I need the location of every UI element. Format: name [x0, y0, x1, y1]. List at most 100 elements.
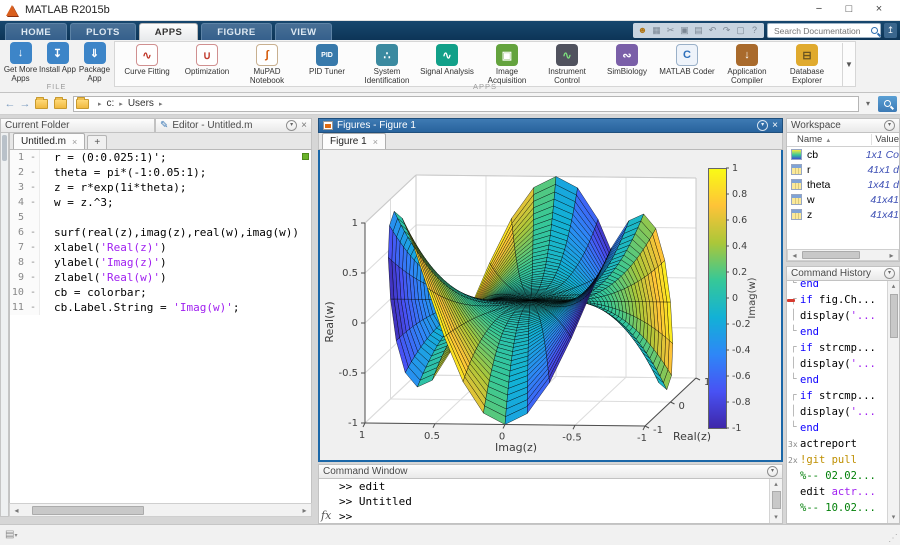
editor-header[interactable]: ✎ Editor - Untitled.m ▾ × — [155, 118, 312, 133]
workspace-row[interactable]: r41x1 d — [787, 162, 899, 177]
cut-icon[interactable]: ✂ — [664, 24, 677, 37]
splitter-handle[interactable] — [2, 135, 7, 161]
history-item[interactable]: └end — [787, 281, 899, 292]
scroll-thumb[interactable] — [890, 294, 898, 338]
history-item[interactable]: ┌if strcmp... — [787, 388, 899, 404]
history-item[interactable]: 3xactreport — [787, 436, 899, 452]
breadcrumb-segment[interactable]: Users — [128, 98, 154, 109]
editor-close-icon[interactable]: × — [301, 120, 307, 131]
workspace-column-headers[interactable]: Name▲ Value — [787, 133, 899, 147]
editor-code-area[interactable]: 1 -r = (0:0.025:1)';2 -theta = pi*(-1:0.… — [9, 150, 312, 503]
workspace-row[interactable]: theta1x41 d — [787, 177, 899, 192]
code-line[interactable]: 5 — [10, 210, 311, 225]
windows-icon[interactable]: ▢ — [734, 24, 747, 37]
ribbon-tab-view[interactable]: VIEW — [275, 23, 333, 40]
app-pid-tuner[interactable]: PIDPID Tuner — [297, 43, 357, 86]
editor-menu-icon[interactable]: ▾ — [286, 120, 297, 131]
command-history-panel[interactable]: └end┌if fig.Ch...│display('...└end┌if st… — [786, 281, 900, 524]
current-folder-collapsed-strip[interactable] — [0, 133, 9, 517]
ribbon-tab-apps[interactable]: APPS — [139, 23, 198, 40]
browse-folder-icon[interactable] — [54, 99, 67, 109]
status-bar-icon[interactable]: ▤▾ — [5, 529, 17, 540]
resize-grip-icon[interactable]: ⋰ — [888, 533, 898, 544]
figures-menu-icon[interactable]: ▾ — [757, 120, 768, 131]
history-item[interactable]: │display('... — [787, 356, 899, 372]
copy-icon[interactable]: ▣ — [678, 24, 691, 37]
history-item[interactable]: └end — [787, 372, 899, 388]
scroll-right-icon[interactable]: ▸ — [885, 251, 898, 260]
scroll-down-icon[interactable]: ▾ — [888, 512, 899, 523]
app-get-more-apps[interactable]: ↓Get More Apps — [2, 41, 39, 83]
ribbon-tab-plots[interactable]: PLOTS — [70, 23, 136, 40]
gallery-dropdown-button[interactable]: ▼ — [842, 43, 855, 86]
history-item[interactable]: │display('... — [787, 308, 899, 324]
app-optimization[interactable]: ∪Optimization — [177, 43, 237, 86]
workspace-menu-icon[interactable]: ▾ — [884, 120, 895, 131]
history-item[interactable]: │display('... — [787, 404, 899, 420]
workspace-hscrollbar[interactable]: ◂ ▸ — [787, 249, 899, 261]
scroll-thumb[interactable] — [802, 251, 860, 259]
figures-header[interactable]: Figures - Figure 1 ▾ × — [318, 118, 783, 133]
workspace-header[interactable]: Workspace ▾ — [786, 118, 900, 133]
code-line[interactable]: 1 -r = (0:0.025:1)'; — [10, 150, 311, 165]
maximize-button[interactable]: □ — [834, 1, 864, 19]
app-package-app[interactable]: ⇓Package App — [76, 41, 113, 83]
code-line[interactable]: 11 -cb.Label.String = 'Imag(w)'; — [10, 300, 311, 315]
tab-close-icon[interactable]: × — [373, 137, 378, 147]
back-icon[interactable]: ← — [3, 98, 17, 110]
save-icon[interactable]: ▦ — [650, 24, 663, 37]
code-line[interactable]: 9 -zlabel('Real(w)') — [10, 270, 311, 285]
history-item[interactable]: 2x!git pull — [787, 452, 899, 468]
code-line[interactable]: 6 -surf(real(z),imag(z),real(w),imag(w)) — [10, 225, 311, 240]
minimize-button[interactable]: − — [804, 1, 834, 19]
command-window-vscrollbar[interactable]: ▴ ▾ — [769, 479, 782, 523]
history-item[interactable]: └end — [787, 324, 899, 340]
command-window[interactable]: >> edit>> Untitled>> fx ▴ ▾ — [318, 479, 783, 524]
workspace-row[interactable]: cb1x1 Co — [787, 147, 899, 162]
help-icon[interactable]: ? — [748, 24, 761, 37]
ribbon-tab-figure[interactable]: FIGURE — [201, 23, 271, 40]
code-line[interactable]: 8 -ylabel('Imag(z)') — [10, 255, 311, 270]
command-history-header[interactable]: Command History ▾ — [786, 266, 900, 281]
app-image-acquisition[interactable]: ▣Image Acquisition — [477, 43, 537, 86]
history-item[interactable]: edit actr... — [787, 484, 899, 500]
history-item[interactable]: %-- 02.02... — [787, 468, 899, 484]
address-dropdown-icon[interactable]: ▾ — [861, 99, 875, 108]
collapse-ribbon-button[interactable]: ↥ — [884, 23, 897, 38]
scroll-thumb[interactable] — [772, 491, 781, 509]
ribbon-tab-home[interactable]: HOME — [5, 23, 67, 40]
code-analyzer-indicator[interactable] — [302, 153, 309, 160]
code-line[interactable]: 4 -w = z.^3; — [10, 195, 311, 210]
command-prompt[interactable]: >> — [319, 509, 782, 524]
paste-icon[interactable]: ▤ — [692, 24, 705, 37]
app-application-compiler[interactable]: ↓Application Compiler — [717, 43, 777, 86]
command-history-vscrollbar[interactable]: ▴ ▾ — [887, 281, 899, 523]
editor-tab-untitled[interactable]: Untitled.m × — [13, 133, 85, 149]
tab-close-icon[interactable]: × — [72, 137, 77, 147]
code-line[interactable]: 3 -z = r*exp(1i*theta); — [10, 180, 311, 195]
figure-tab[interactable]: Figure 1 × — [322, 133, 386, 149]
code-line[interactable]: 10 -cb = colorbar; — [10, 285, 311, 300]
app-curve-fitting[interactable]: ∿Curve Fitting — [117, 43, 177, 86]
command-window-menu-icon[interactable]: ▾ — [767, 466, 778, 477]
search-input[interactable] — [772, 25, 871, 37]
history-item[interactable]: ┌if strcmp... — [787, 340, 899, 356]
history-item[interactable]: ┌if fig.Ch... — [787, 292, 899, 308]
redo-icon[interactable]: ↷ — [720, 24, 733, 37]
column-value[interactable]: Value — [872, 134, 899, 145]
forward-icon[interactable]: → — [18, 98, 32, 110]
figure-canvas[interactable] — [320, 150, 781, 460]
app-mupad-notebook[interactable]: ∫MuPAD Notebook — [237, 43, 297, 86]
app-instrument-control[interactable]: ∿Instrument Control — [537, 43, 597, 86]
command-window-header[interactable]: Command Window ▾ — [318, 464, 783, 479]
editor-hscrollbar[interactable]: ◂ ▸ — [9, 503, 312, 517]
workspace-row[interactable]: w41x41 — [787, 192, 899, 207]
current-folder-header[interactable]: Current Folder — [0, 118, 155, 133]
scroll-up-icon[interactable]: ▴ — [888, 281, 899, 292]
app-system-identification[interactable]: ∴System Identification — [357, 43, 417, 86]
undo-icon[interactable]: ↶ — [706, 24, 719, 37]
code-line[interactable]: 2 -theta = pi*(-1:0.05:1); — [10, 165, 311, 180]
search-icon[interactable] — [871, 27, 878, 34]
scroll-left-icon[interactable]: ◂ — [788, 251, 801, 260]
doc-search-box[interactable] — [767, 23, 881, 38]
